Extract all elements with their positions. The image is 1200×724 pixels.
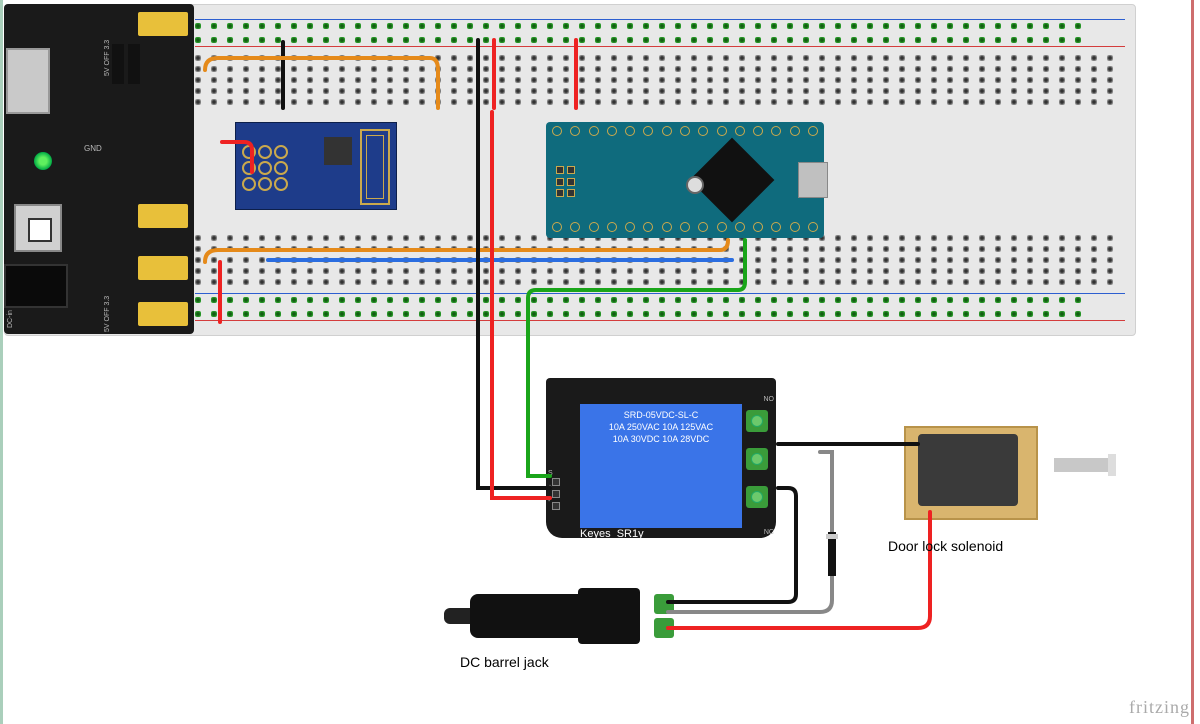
fritzing-canvas: 5V OFF 3.3 5V OFF 3.3 GND DC-in SRD-05VD… [0,0,1200,724]
esp-pin-header [242,145,286,189]
dc-jack-icon [4,264,68,308]
relay-s-label: S [548,470,553,477]
dc-barrel-jack [470,588,670,644]
solenoid-plunger-icon [1054,458,1110,472]
esp8266-module [235,122,397,210]
pcb-antenna-icon [360,129,390,205]
relay-plus-label: + [548,484,552,491]
relay-terminal-com [746,448,768,470]
reset-button-icon [686,176,704,194]
relay-name: Keyes_SR1y [580,528,644,540]
relay-terminal-no [746,486,768,508]
relay-no-label: NO [764,396,775,403]
power-led-icon [34,152,52,170]
gnd-label: GND [84,144,102,153]
power-button-icon [14,204,62,252]
relay-minus-label: - [548,498,550,505]
power-rail-top [195,15,1125,51]
jumper-2-icon [128,44,140,84]
header-bot-icon [138,302,188,326]
icsp-header-icon [556,166,580,198]
barrel-terminal-neg [654,618,674,638]
usb-port-icon [6,48,50,114]
barrel-plug-icon [470,594,580,638]
door-lock-solenoid [904,416,1074,528]
arduino-nano [546,122,824,238]
barrel-terminal-pos [654,594,674,614]
power-rail-bottom [195,289,1125,325]
header-mid1-icon [138,204,188,228]
relay-spec1: 10A 250VAC 10A 125VAC [609,422,713,432]
barrel-label: DC barrel jack [460,654,549,670]
solenoid-label: Door lock solenoid [888,538,1003,554]
watermark: fritzing [1129,697,1190,718]
relay-model-text: SRD-05VDC-SL-C [624,410,699,420]
relay-spec2: 10A 30VDC 10A 28VDC [613,434,710,444]
header-top-icon [138,12,188,36]
barrel-body-icon [578,588,640,644]
relay-coil-icon: SRD-05VDC-SL-C 10A 250VAC 10A 125VAC 10A… [580,404,742,528]
solenoid-coil-icon [918,434,1018,506]
relay-terminal-nc [746,410,768,432]
relay-nc-label: NC [764,529,774,536]
jumper-1-icon [112,44,124,84]
rail-text-top: 5V OFF 3.3 [104,40,111,76]
right-margin [1191,0,1200,724]
relay-pin-header [552,478,560,510]
power-module: 5V OFF 3.3 5V OFF 3.3 GND DC-in [4,4,194,334]
left-margin [0,0,3,724]
esp-chip-icon [324,137,352,165]
mini-usb-icon [798,162,828,198]
relay-module: SRD-05VDC-SL-C 10A 250VAC 10A 125VAC 10A… [546,378,776,538]
rail-text-bot: 5V OFF 3.3 [104,296,111,332]
dc-in-label: DC-in [7,310,14,328]
header-mid2-icon [138,256,188,280]
